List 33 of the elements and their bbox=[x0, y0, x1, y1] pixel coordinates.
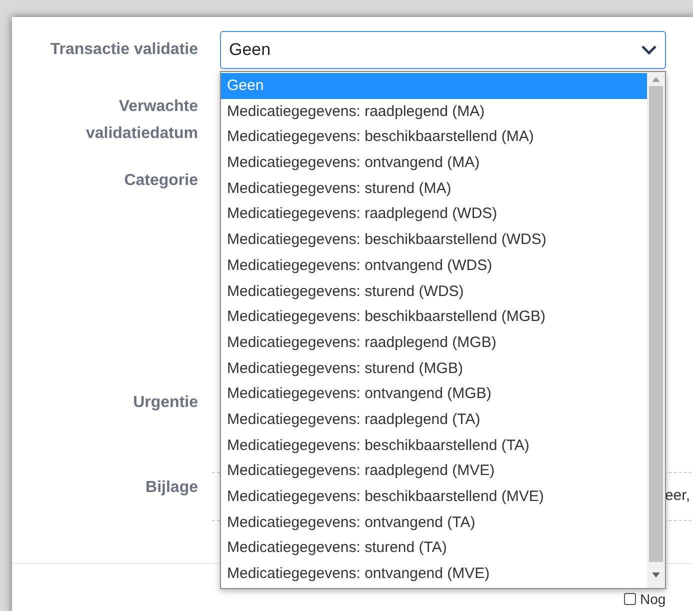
dropdown-option[interactable]: Medicatiegegevens: beschikbaarstellend (WDS) bbox=[221, 227, 647, 253]
scrollbar[interactable] bbox=[647, 72, 665, 588]
field-label: Categorie bbox=[123, 171, 198, 191]
dropdown-option[interactable]: Medicatiegegevens: beschikbaarstellend (MVE) bbox=[221, 484, 647, 510]
dropdown-option[interactable]: Medicatiegegevens: beschikbaarstellend (MGB) bbox=[221, 304, 647, 330]
dropdown-option[interactable]: Medicatiegegevens: ontvangend (MGB) bbox=[221, 381, 647, 407]
scrollbar-thumb[interactable] bbox=[649, 86, 663, 562]
dropdown-option[interactable]: Medicatiegegevens: sturend (TA) bbox=[221, 535, 647, 562]
drop-zone-text: eer, bbox=[664, 486, 690, 506]
select-value: Geen bbox=[229, 39, 271, 62]
dropdown-option[interactable]: Medicatiegegevens: raadplegend (MVE) bbox=[221, 458, 647, 484]
field-label: Verwachte validatiedatum bbox=[84, 97, 198, 144]
dropdown-option[interactable]: Medicatiegegevens: ontvangend (MA) bbox=[221, 150, 647, 176]
scroll-down-icon bbox=[651, 572, 661, 578]
checkbox[interactable] bbox=[624, 593, 636, 605]
dropdown-option[interactable]: Medicatiegegevens: sturend (MGB) bbox=[221, 356, 647, 382]
dropdown-option[interactable]: Medicatiegegevens: beschikbaarstellend (TA) bbox=[221, 432, 647, 458]
field-label: Transactie validatie bbox=[49, 40, 198, 60]
dropdown-option[interactable]: Medicatiegegevens: raadplegend (TA) bbox=[221, 406, 647, 433]
checkbox-label: Nog bbox=[640, 591, 666, 607]
dropdown-option[interactable]: Medicatiegegevens: sturend (MA) bbox=[221, 176, 647, 202]
select-field[interactable]: Geen bbox=[220, 31, 666, 69]
dropdown-option[interactable]: Medicatiegegevens: ontvangend (TA) bbox=[221, 510, 647, 536]
dropdown-option[interactable]: Medicatiegegevens: raadplegend (MA) bbox=[221, 98, 647, 124]
chevron-down-icon bbox=[641, 45, 657, 55]
dropdown-option[interactable]: Medicatiegegevens: raadplegend (WDS) bbox=[221, 201, 647, 228]
dropdown-option[interactable]: Medicatiegegevens: ontvangend (MVE) bbox=[221, 561, 647, 587]
dropdown-option[interactable]: Medicatiegegevens: ontvangend (WDS) bbox=[221, 252, 647, 278]
field-label: Urgentie bbox=[132, 393, 198, 413]
dropdown-option[interactable]: Medicatiegegevens: raadplegend (MGB) bbox=[221, 330, 647, 356]
dropdown-option[interactable]: Medicatiegegevens: sturend (WDS) bbox=[221, 278, 647, 304]
dropdown-option[interactable]: Medicatiegegevens: beschikbaarstellend (MA) bbox=[221, 124, 647, 150]
field-label: Bijlage bbox=[144, 478, 198, 498]
